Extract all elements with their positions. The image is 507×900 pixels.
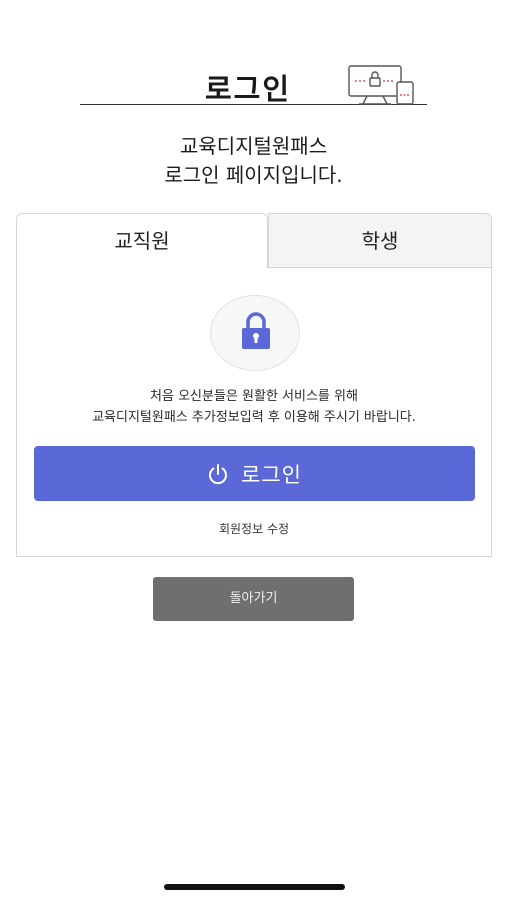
- lock-badge: [210, 295, 300, 371]
- notice-line-1: 처음 오신분들은 원활한 서비스를 위해: [150, 389, 358, 404]
- subtitle-line-2: 로그인 페이지입니다.: [164, 163, 343, 187]
- notice-line-2: 교육디지털원패스 추가정보입력 후 이용해 주시기 바랍니다.: [92, 410, 416, 425]
- page-subtitle: 교육디지털원패스 로그인 페이지입니다.: [0, 132, 507, 190]
- subtitle-line-1: 교육디지털원패스: [179, 134, 328, 158]
- power-icon: [209, 463, 227, 484]
- tab-staff[interactable]: 교직원: [16, 213, 268, 268]
- tab-student[interactable]: 학생: [268, 213, 492, 268]
- notice-text: 처음 오신분들은 원활한 서비스를 위해 교육디지털원패스 추가정보입력 후 이…: [17, 386, 491, 428]
- edit-member-info-link[interactable]: 회원정보 수정: [17, 520, 491, 537]
- home-indicator: [164, 884, 345, 890]
- lock-icon: [242, 312, 270, 349]
- page-title: 로그인: [205, 72, 292, 106]
- login-button-label: 로그인: [241, 462, 302, 487]
- header: 로그인: [0, 64, 507, 110]
- login-panel: 교직원 학생 처음 오신분들은 원활한 서비스를 위해 교육디지털원패스 추가정…: [16, 213, 492, 557]
- login-button[interactable]: 로그인: [34, 446, 475, 501]
- back-button[interactable]: 돌아가기: [153, 577, 354, 621]
- panel-body: 처음 오신분들은 원활한 서비스를 위해 교육디지털원패스 추가정보입력 후 이…: [16, 267, 492, 557]
- devices-illustration-icon: [348, 65, 414, 105]
